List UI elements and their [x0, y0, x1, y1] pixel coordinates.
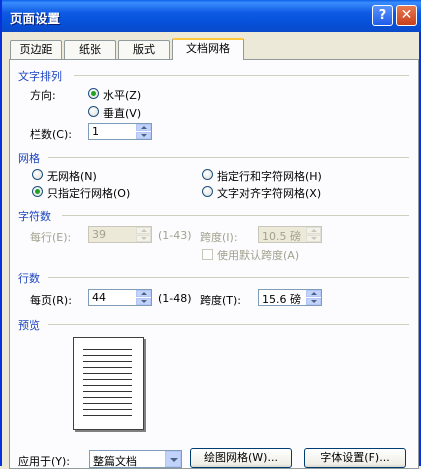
section-grid: 网格 — [18, 152, 40, 165]
columns-up-arrow-icon[interactable] — [136, 124, 151, 131]
vertical-label[interactable]: 垂直(V) — [103, 105, 141, 121]
preview-line — [83, 415, 132, 416]
lines-per-page-range: (1-48) — [158, 292, 192, 305]
draw-grid-button[interactable]: 绘图网格(W)... — [190, 448, 292, 468]
lines-down-arrow-icon[interactable] — [136, 298, 151, 305]
char-pitch-up-arrow-icon[interactable] — [306, 227, 321, 234]
preview-line — [83, 355, 132, 356]
window-title: 页面设置 — [10, 11, 61, 26]
line-and-char-grid-label[interactable]: 指定行和字符网格(H) — [217, 168, 322, 184]
font-settings-button[interactable]: 字体设置(F)... — [304, 448, 406, 468]
title-bar[interactable]: 页面设置 ? ✕ — [2, 0, 421, 32]
radio-no-grid[interactable] — [32, 169, 43, 180]
char-pitch-label: 跨度(I): — [200, 231, 238, 244]
section-text-direction: 文字排列 — [18, 70, 62, 83]
line-pitch-down-arrow-icon[interactable] — [306, 298, 321, 305]
line-grid-only-label[interactable]: 只指定行网格(O) — [47, 185, 130, 201]
preview-line — [83, 391, 132, 392]
tab-paper[interactable]: 纸张 — [64, 40, 116, 59]
section-lines: 行数 — [18, 272, 40, 285]
char-pitch-stepper[interactable]: 10.5 磅 — [258, 226, 322, 243]
chevron-down-icon[interactable] — [165, 451, 181, 467]
help-button[interactable]: ? — [372, 5, 393, 26]
preview-line — [83, 373, 132, 374]
close-button[interactable]: ✕ — [396, 5, 417, 26]
chars-per-line-label: 每行(E): — [30, 231, 72, 244]
tab-margins[interactable]: 页边距 — [10, 40, 62, 59]
line-pitch-value[interactable]: 15.6 磅 — [262, 291, 301, 307]
columns-stepper[interactable]: 1 — [88, 123, 152, 140]
direction-label: 方向: — [30, 89, 56, 102]
lines-per-page-stepper[interactable]: 44 — [88, 289, 152, 306]
snap-to-char-grid-label[interactable]: 文字对齐字符网格(X) — [217, 185, 321, 201]
lines-up-arrow-icon[interactable] — [136, 290, 151, 297]
apply-to-value[interactable]: 整篇文档 — [93, 453, 137, 469]
separator — [62, 215, 409, 216]
char-pitch-down-arrow-icon[interactable] — [306, 235, 321, 242]
separator — [48, 324, 409, 325]
radio-line-and-char-grid[interactable] — [202, 169, 213, 180]
lines-per-page-value[interactable]: 44 — [92, 291, 106, 304]
tab-document-grid[interactable]: 文档网格 — [172, 38, 244, 60]
chars-per-line-value[interactable]: 39 — [92, 228, 106, 241]
radio-snap-to-char-grid[interactable] — [202, 186, 213, 197]
line-pitch-up-arrow-icon[interactable] — [306, 290, 321, 297]
lines-per-page-label: 每页(R): — [30, 294, 72, 307]
tab-panel — [9, 59, 419, 469]
tab-layout[interactable]: 版式 — [118, 40, 170, 59]
radio-vertical[interactable] — [88, 106, 99, 117]
separator — [48, 277, 409, 278]
horizontal-label[interactable]: 水平(Z) — [103, 87, 141, 103]
chars-per-line-range: (1-43) — [158, 229, 192, 242]
radio-horizontal[interactable] — [88, 88, 99, 99]
radio-line-grid-only[interactable] — [32, 186, 43, 197]
apply-to-label: 应用于(Y): — [18, 455, 71, 468]
preview-page — [73, 337, 144, 430]
columns-label: 栏数(C): — [30, 128, 72, 141]
preview-line — [83, 403, 132, 404]
default-pitch-label[interactable]: 使用默认跨度(A) — [217, 247, 299, 263]
columns-value[interactable]: 1 — [92, 125, 99, 138]
section-preview: 预览 — [18, 319, 40, 332]
chars-up-arrow-icon[interactable] — [136, 227, 151, 234]
apply-to-select[interactable]: 整篇文档 — [89, 450, 182, 468]
default-pitch-checkbox[interactable] — [202, 249, 213, 260]
line-pitch-label: 跨度(T): — [200, 294, 242, 307]
chars-down-arrow-icon[interactable] — [136, 235, 151, 242]
preview-line — [83, 367, 132, 368]
separator — [48, 157, 409, 158]
chars-per-line-stepper[interactable]: 39 — [88, 226, 152, 243]
line-pitch-stepper[interactable]: 15.6 磅 — [258, 289, 322, 306]
preview-line — [83, 361, 132, 362]
no-grid-label[interactable]: 无网格(N) — [47, 168, 97, 184]
preview-line — [83, 379, 132, 380]
page-setup-dialog: 页面设置 ? ✕ 页边距 纸张 版式 文档网格 文字排列 方向: 水平(Z) 垂… — [0, 0, 421, 469]
preview-line — [83, 349, 132, 350]
preview-line — [83, 409, 132, 410]
char-pitch-value[interactable]: 10.5 磅 — [262, 228, 301, 244]
preview-line — [83, 397, 132, 398]
columns-down-arrow-icon[interactable] — [136, 132, 151, 139]
preview-line — [83, 385, 132, 386]
section-characters: 字符数 — [18, 210, 51, 223]
separator — [74, 75, 409, 76]
